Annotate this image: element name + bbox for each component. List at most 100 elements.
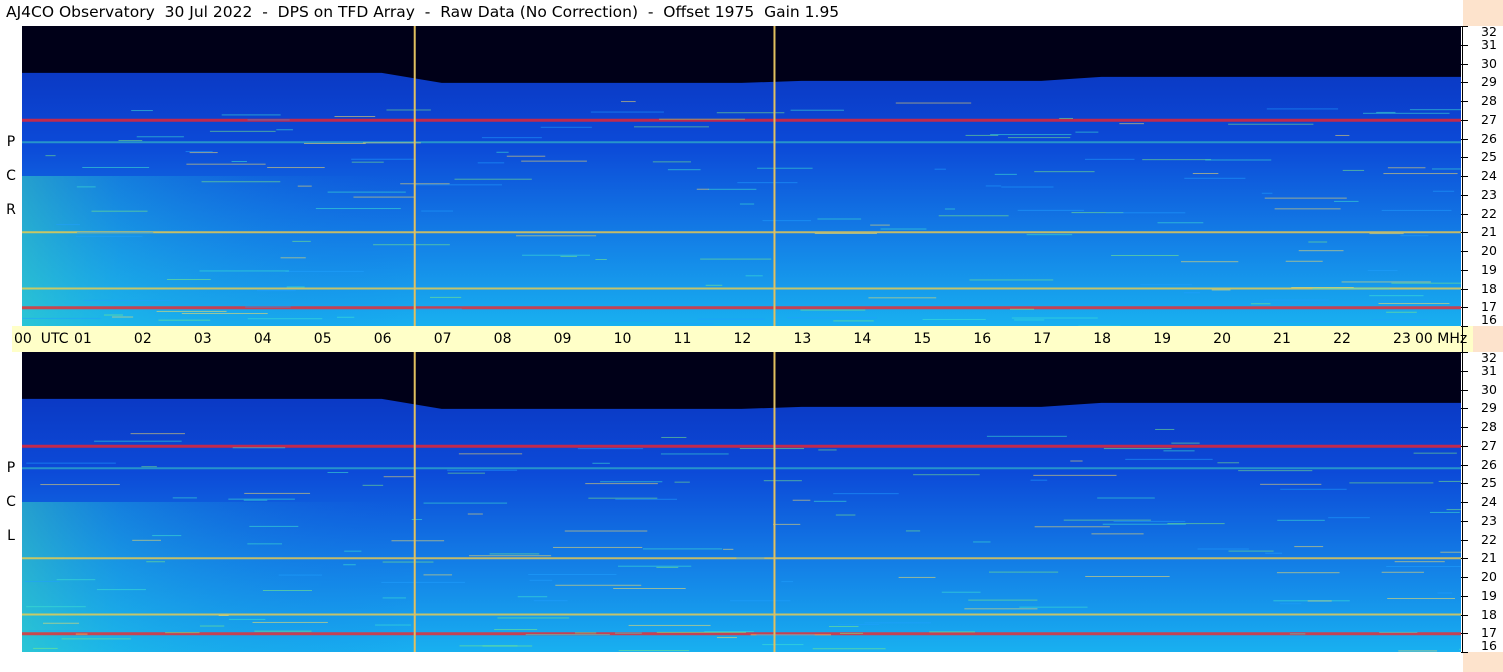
noise-streak [985,185,1002,187]
noise-streak [763,480,802,482]
noise-streak [661,436,687,438]
panel-letter: R [6,202,16,218]
noise-streak [674,481,690,483]
noise-streak [1387,597,1456,599]
rfi-band [22,467,1461,470]
noise-streak [1334,200,1359,202]
noise-streak [327,472,349,474]
noise-streak [1387,167,1426,169]
noise-streak [1097,497,1155,499]
noise-streak [201,181,281,183]
utc-tick-label: 03 [193,331,212,347]
noise-streak [1180,261,1239,263]
mhz-tick-label: 24 [1481,168,1497,183]
noise-streak [292,240,311,242]
noise-streak [944,208,956,210]
noise-streak [181,313,268,315]
noise-streak [1367,269,1398,271]
mhz-tick-label: 19 [1481,587,1497,603]
noise-streak [152,535,182,537]
noise-streak [628,624,711,626]
noise-streak [467,513,483,515]
noise-streak [24,580,60,582]
noise-streak [667,169,701,171]
noise-streak [231,161,247,163]
noise-streak [812,648,886,650]
noise-streak [1391,282,1461,284]
noise-streak [1274,208,1341,210]
noise-streak [158,319,211,321]
noise-streak [83,299,173,301]
noise-streak [26,606,86,608]
noise-streak [1398,650,1438,652]
noise-streak [736,557,765,559]
noise-streak [1125,458,1213,460]
noise-streak [482,645,533,647]
noise-streak [1308,241,1328,243]
noise-streak [868,297,937,299]
noise-streak [136,136,184,138]
utc-tick-label: 14 [853,331,872,347]
noise-streak [708,188,757,190]
utc-tick-label: 13 [793,331,812,347]
spectrogram-rcp-svg [22,26,1461,326]
mhz-tick-label: 22 [1481,531,1497,547]
noise-streak [792,499,811,501]
mhz-tick-label: 30 [1481,381,1497,397]
noise-streak [373,244,450,246]
panel-letter: P [6,460,16,476]
noise-streak [1261,192,1273,194]
mhz-tick-label: 23 [1481,512,1497,528]
mhz-tick-label: 20 [1481,243,1497,258]
noise-streak [343,564,356,566]
noise-streak [973,541,991,543]
noise-streak [790,109,844,111]
noise-streak [280,257,306,259]
noise-streak [762,220,812,222]
noise-streak [905,530,921,532]
noise-streak [895,102,972,104]
noise-streak [525,634,610,636]
noise-streak [112,316,134,318]
noise-streak [103,314,123,316]
noise-streak [1369,295,1424,297]
noise-streak [590,111,664,113]
noise-streak [40,484,120,486]
noise-streak [327,191,406,193]
noise-streak [1394,561,1445,563]
noise-streak [118,140,143,142]
calibration-marker [773,352,776,652]
noise-streak [1014,319,1045,321]
noise-streak [22,317,102,319]
noise-streak [659,118,745,120]
noise-streak [1335,134,1350,136]
noise-streak [1026,234,1073,236]
noise-streak [382,597,406,599]
noise-streak [1119,123,1144,125]
noise-streak [745,275,763,277]
mhz-tick-label: 21 [1481,224,1497,240]
utc-tick-label: 19 [1153,331,1172,347]
noise-streak [516,235,597,237]
noise-streak [1349,482,1434,484]
noise-streak [278,574,323,576]
noise-streak [898,576,936,578]
mhz-tick-label: 29 [1481,74,1497,90]
noise-streak [833,320,874,322]
noise-streak [786,317,877,319]
noise-streak [1105,212,1186,214]
noise-streak [1285,260,1323,262]
noise-streak [660,453,729,455]
noise-streak [76,231,154,233]
noise-streak [592,462,610,464]
noise-streak [447,472,486,474]
noise-streak [199,625,225,627]
noise-streak [1342,169,1365,171]
noise-streak [1413,452,1457,454]
noise-streak [990,134,1072,136]
noise-streak [660,323,714,325]
noise-streak [454,178,532,180]
noise-streak [96,589,146,591]
noise-streak [730,600,791,602]
noise-streak [716,637,737,639]
